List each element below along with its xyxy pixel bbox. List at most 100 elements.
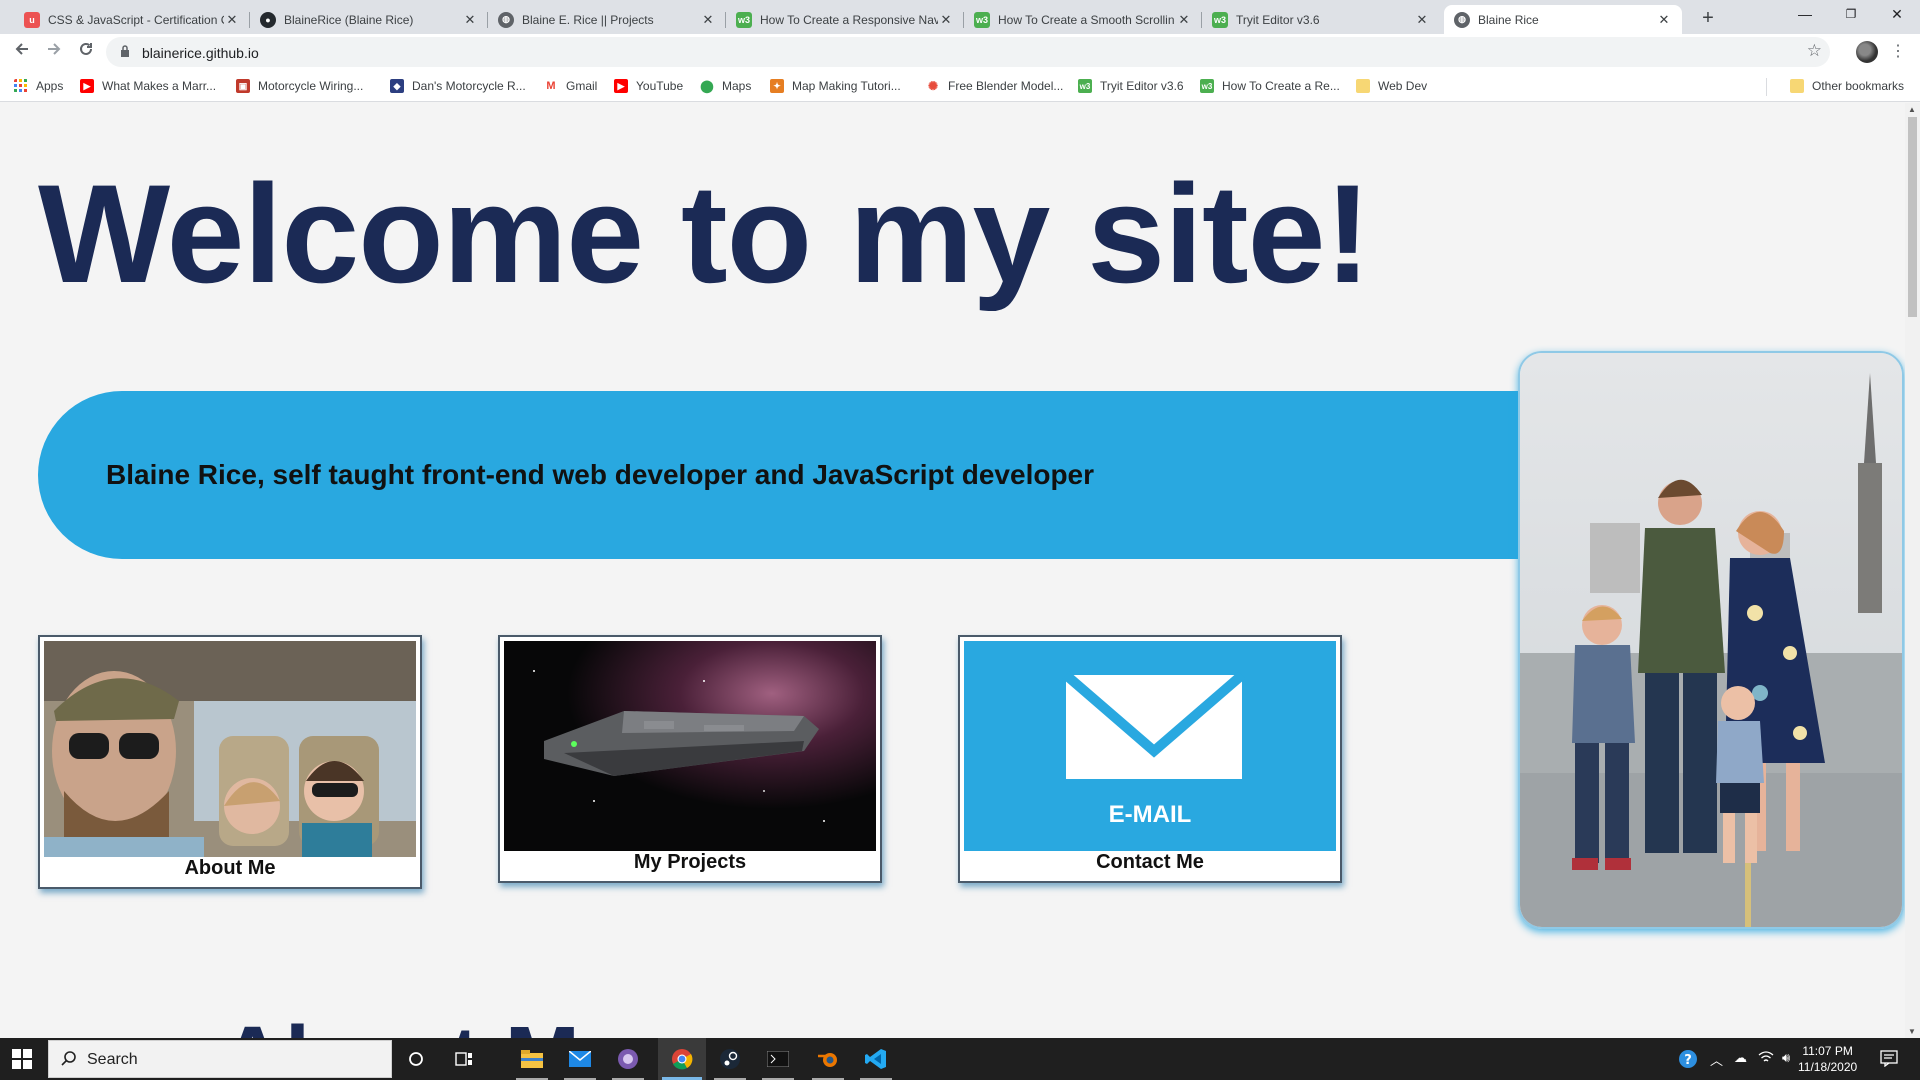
page-scrollbar[interactable]: ▲ ▼ [1905, 103, 1920, 1038]
bookmarks-bar: Apps ▶ What Makes a Marr... ▣ Motorcycle… [0, 70, 1920, 102]
close-icon[interactable]: ✕ [938, 12, 954, 28]
wifi-icon[interactable] [1758, 1050, 1774, 1067]
scroll-up-arrow-icon[interactable]: ▲ [1908, 105, 1916, 114]
bookmark-label: Apps [36, 79, 64, 93]
reload-icon [80, 42, 92, 55]
apps-grid-icon [14, 79, 27, 92]
clock-date: 11/18/2020 [1798, 1060, 1858, 1074]
close-icon[interactable]: ✕ [1176, 12, 1192, 28]
new-tab-button[interactable]: + [1694, 6, 1722, 30]
minimize-button[interactable]: — [1782, 0, 1828, 30]
terminal-icon[interactable] [754, 1038, 802, 1080]
bookmark-item[interactable]: M Gmail [544, 77, 597, 95]
bookmark-apps[interactable]: Apps [14, 77, 63, 95]
youtube-icon: ▶ [614, 79, 628, 93]
reload-button[interactable] [74, 40, 98, 64]
card-caption: Contact Me [1096, 851, 1204, 873]
close-window-button[interactable]: ✕ [1874, 0, 1920, 30]
youtube-icon: ▶ [80, 79, 94, 93]
close-icon[interactable]: ✕ [462, 12, 478, 28]
notifications-icon[interactable] [1880, 1049, 1898, 1070]
scrollbar-thumb[interactable] [1908, 117, 1917, 317]
cortana-icon[interactable] [392, 1038, 440, 1080]
search-icon [61, 1051, 76, 1066]
w3schools-icon: w3 [736, 11, 752, 28]
onedrive-cloud-icon[interactable]: ☁ [1734, 1050, 1747, 1066]
steam-icon[interactable] [706, 1038, 754, 1080]
help-icon[interactable]: ? [1678, 1049, 1698, 1072]
kebab-menu-icon[interactable]: ⋮ [1890, 40, 1906, 64]
bookmark-item[interactable]: ▣ Motorcycle Wiring... [236, 77, 363, 95]
tray-chevron-icon[interactable]: ︿ [1710, 1050, 1723, 1069]
tab-0[interactable]: u CSS & JavaScript - Certification C ✕ [14, 5, 250, 34]
bookmark-item[interactable]: ▶ What Makes a Marr... [80, 77, 216, 95]
scroll-down-arrow-icon[interactable]: ▼ [1908, 1027, 1916, 1036]
bookmark-item[interactable]: ✺ Free Blender Model... [926, 77, 1063, 95]
volume-icon[interactable]: 🔊︎ [1782, 1050, 1790, 1066]
tab-4[interactable]: w3 How To Create a Smooth Scrollin ✕ [964, 5, 1202, 34]
bookmark-item[interactable]: ⬤ Maps [700, 77, 751, 95]
vscode-icon[interactable] [852, 1038, 900, 1080]
back-button[interactable] [10, 40, 34, 64]
svg-text:?: ? [1684, 1053, 1692, 1068]
about-me-card[interactable]: About Me [38, 635, 422, 889]
tab-5[interactable]: w3 Tryit Editor v3.6 ✕ [1202, 5, 1440, 34]
back-arrow-icon [15, 43, 28, 55]
other-bookmarks-folder[interactable]: Other bookmarks [1790, 77, 1904, 95]
app-purple-icon[interactable] [604, 1038, 652, 1080]
bookmark-folder[interactable]: Web Dev [1356, 77, 1427, 95]
close-icon[interactable]: ✕ [224, 12, 240, 28]
w3schools-icon: w3 [1200, 79, 1214, 93]
close-icon[interactable]: ✕ [700, 12, 716, 28]
maximize-button[interactable]: ❐ [1828, 0, 1874, 30]
clock-time: 11:07 PM [1802, 1044, 1853, 1058]
file-explorer-icon[interactable] [508, 1038, 556, 1080]
tab-1[interactable]: ● BlaineRice (Blaine Rice) ✕ [250, 5, 488, 34]
bookmark-label: Dan's Motorcycle R... [412, 79, 526, 93]
tab-title: How To Create a Smooth Scrollin [998, 12, 1175, 27]
about-me-heading: About Me [220, 1008, 630, 1038]
task-view-icon[interactable] [440, 1038, 488, 1080]
tab-title: BlaineRice (Blaine Rice) [284, 12, 414, 27]
bookmark-item[interactable]: w3 How To Create a Re... [1200, 77, 1340, 95]
windows-start-icon[interactable] [12, 1049, 32, 1069]
bookmark-label: Gmail [566, 79, 598, 93]
w3schools-icon: w3 [974, 11, 990, 28]
tab-strip: u CSS & JavaScript - Certification C ✕ ●… [0, 0, 1920, 34]
forward-arrow-icon [48, 43, 61, 55]
github-icon: ● [260, 11, 276, 28]
folder-icon [1356, 79, 1370, 93]
close-icon[interactable]: ✕ [1656, 12, 1672, 28]
profile-avatar[interactable] [1856, 41, 1878, 63]
email-label: E-MAIL [1108, 801, 1192, 828]
contact-me-card[interactable]: E-MAIL Contact Me [958, 635, 1342, 883]
blender-icon[interactable] [804, 1038, 852, 1080]
tab-title: Blaine E. Rice || Projects [522, 12, 654, 27]
address-bar[interactable]: blainerice.github.io ☆ [106, 37, 1830, 67]
forward-button[interactable] [42, 40, 66, 64]
gmail-icon: M [544, 79, 558, 93]
close-icon[interactable]: ✕ [1414, 12, 1430, 28]
tab-3[interactable]: w3 How To Create a Responsive Nav ✕ [726, 5, 964, 34]
tab-6-active[interactable]: ◍ Blaine Rice ✕ [1444, 5, 1682, 34]
system-clock[interactable]: 11:07 PM 11/18/2020 [1798, 1043, 1857, 1075]
bookmark-star-icon[interactable]: ☆ [1807, 41, 1822, 61]
url-text: blainerice.github.io [142, 45, 259, 61]
bookmark-item[interactable]: ◆ Dan's Motorcycle R... [390, 77, 526, 95]
tab-title: How To Create a Responsive Nav [760, 12, 938, 27]
search-label: Search [87, 1051, 138, 1068]
tab-title: Blaine Rice [1478, 12, 1539, 27]
tagline-text: Blaine Rice, self taught front-end web d… [106, 459, 1095, 490]
bookmark-label: Map Making Tutori... [792, 79, 901, 93]
bookmark-item[interactable]: ✦ Map Making Tutori... [770, 77, 901, 95]
tab-2[interactable]: ◍ Blaine E. Rice || Projects ✕ [488, 5, 726, 34]
my-projects-card[interactable]: My Projects [498, 635, 882, 883]
taskbar-search[interactable]: Search [48, 1040, 392, 1078]
bookmarks-divider [1766, 78, 1767, 96]
chrome-icon[interactable] [658, 1038, 706, 1080]
bookmark-item[interactable]: ▶ YouTube [614, 77, 683, 95]
bookmark-item[interactable]: w3 Tryit Editor v3.6 [1078, 77, 1184, 95]
card-caption: About Me [184, 857, 276, 879]
image-icon: ▣ [236, 79, 250, 93]
mail-icon[interactable] [556, 1038, 604, 1080]
